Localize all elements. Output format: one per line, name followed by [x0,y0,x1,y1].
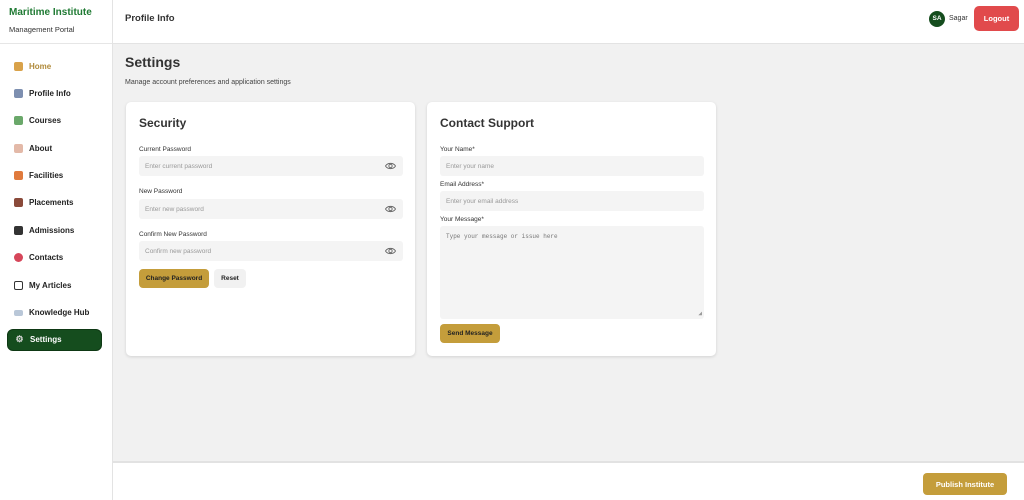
sidebar-item-courses[interactable]: Courses [7,110,102,132]
footer-bar: Publish Institute [113,461,1024,500]
name-placeholder: Enter your name [446,162,495,170]
new-password-label: New Password [139,188,183,195]
graduation-cap-icon [14,225,23,235]
avatar[interactable]: SA [929,11,945,27]
sidebar-item-facilities[interactable]: Facilities [7,165,102,187]
briefcase-icon [14,198,23,208]
eye-icon[interactable] [385,161,396,171]
eye-icon[interactable] [385,246,396,256]
sidebar-item-settings[interactable]: ⚙ Settings [7,328,102,351]
home-icon [14,61,23,71]
sidebar-nav: Home Profile Info Courses About Faciliti… [0,44,112,351]
gear-icon: ⚙ [15,334,24,345]
eye-icon[interactable] [385,204,396,214]
current-password-label: Current Password [139,146,192,153]
username: Sagar [949,15,968,22]
message-label: Your Message* [440,216,484,223]
books-icon [14,116,23,126]
sidebar-item-label: My Articles [29,280,72,290]
message-placeholder: Type your message or issue here [446,233,558,240]
document-icon [14,280,23,290]
book-open-icon [14,309,23,316]
contact-support-title: Contact Support [440,116,534,130]
brand: Maritime Institute Management Portal [0,0,112,44]
confirm-password-field[interactable]: Confirm new password [139,241,403,261]
reset-button[interactable]: Reset [214,269,246,288]
sidebar-item-home[interactable]: Home [7,55,102,77]
page-subtitle: Manage account preferences and applicati… [125,79,291,86]
publish-institute-button[interactable]: Publish Institute [923,473,1007,495]
topbar: Profile Info SA Sagar Logout [113,0,1024,44]
email-field[interactable]: Enter your email address [440,191,704,211]
sidebar-item-my-articles[interactable]: My Articles [7,274,102,296]
sidebar-item-label: About [29,143,53,153]
sidebar-item-about[interactable]: About [7,137,102,159]
send-message-button[interactable]: Send Message [440,324,500,343]
sidebar-item-admissions[interactable]: Admissions [7,219,102,241]
email-label: Email Address* [440,181,485,188]
sidebar-item-label: Courses [29,116,62,126]
current-password-field[interactable]: Enter current password [139,156,403,176]
brand-subtitle: Management Portal [9,25,75,34]
sidebar-item-label: Home [29,61,52,71]
resize-handle-icon[interactable]: ◢ [698,311,702,317]
name-field[interactable]: Enter your name [440,156,704,176]
change-password-button[interactable]: Change Password [139,269,209,288]
confirm-password-placeholder: Confirm new password [145,247,212,255]
sidebar-item-label: Knowledge Hub [29,308,90,318]
sidebar: Maritime Institute Management Portal Hom… [0,0,113,500]
current-password-placeholder: Enter current password [145,162,213,170]
security-card: Security Current Password Enter current … [126,102,415,356]
sidebar-item-label: Facilities [29,171,64,181]
topbar-title: Profile Info [125,13,175,24]
logout-button[interactable]: Logout [974,6,1019,31]
sidebar-item-placements[interactable]: Placements [7,192,102,214]
sidebar-item-label: Admissions [29,225,75,235]
facilities-icon [14,171,23,181]
email-placeholder: Enter your email address [446,197,519,205]
message-textarea[interactable]: Type your message or issue here ◢ [440,226,704,319]
confirm-password-label: Confirm New Password [139,231,207,238]
new-password-field[interactable]: Enter new password [139,199,403,219]
brand-title: Maritime Institute [9,7,92,18]
phone-icon [14,253,23,263]
sidebar-item-label: Profile Info [29,88,71,98]
sidebar-item-knowledge-hub[interactable]: Knowledge Hub [7,302,102,324]
sidebar-item-label: Contacts [29,253,64,263]
sidebar-item-contacts[interactable]: Contacts [7,247,102,269]
name-label: Your Name* [440,146,475,153]
page-title: Settings [125,54,181,70]
about-icon [14,143,23,153]
new-password-placeholder: Enter new password [145,205,204,213]
sidebar-item-label: Placements [29,198,74,208]
sidebar-item-label: Settings [30,335,62,345]
security-title: Security [139,116,187,130]
profile-icon [14,88,23,98]
contact-support-card: Contact Support Your Name* Enter your na… [427,102,716,356]
sidebar-item-profile-info[interactable]: Profile Info [7,82,102,104]
